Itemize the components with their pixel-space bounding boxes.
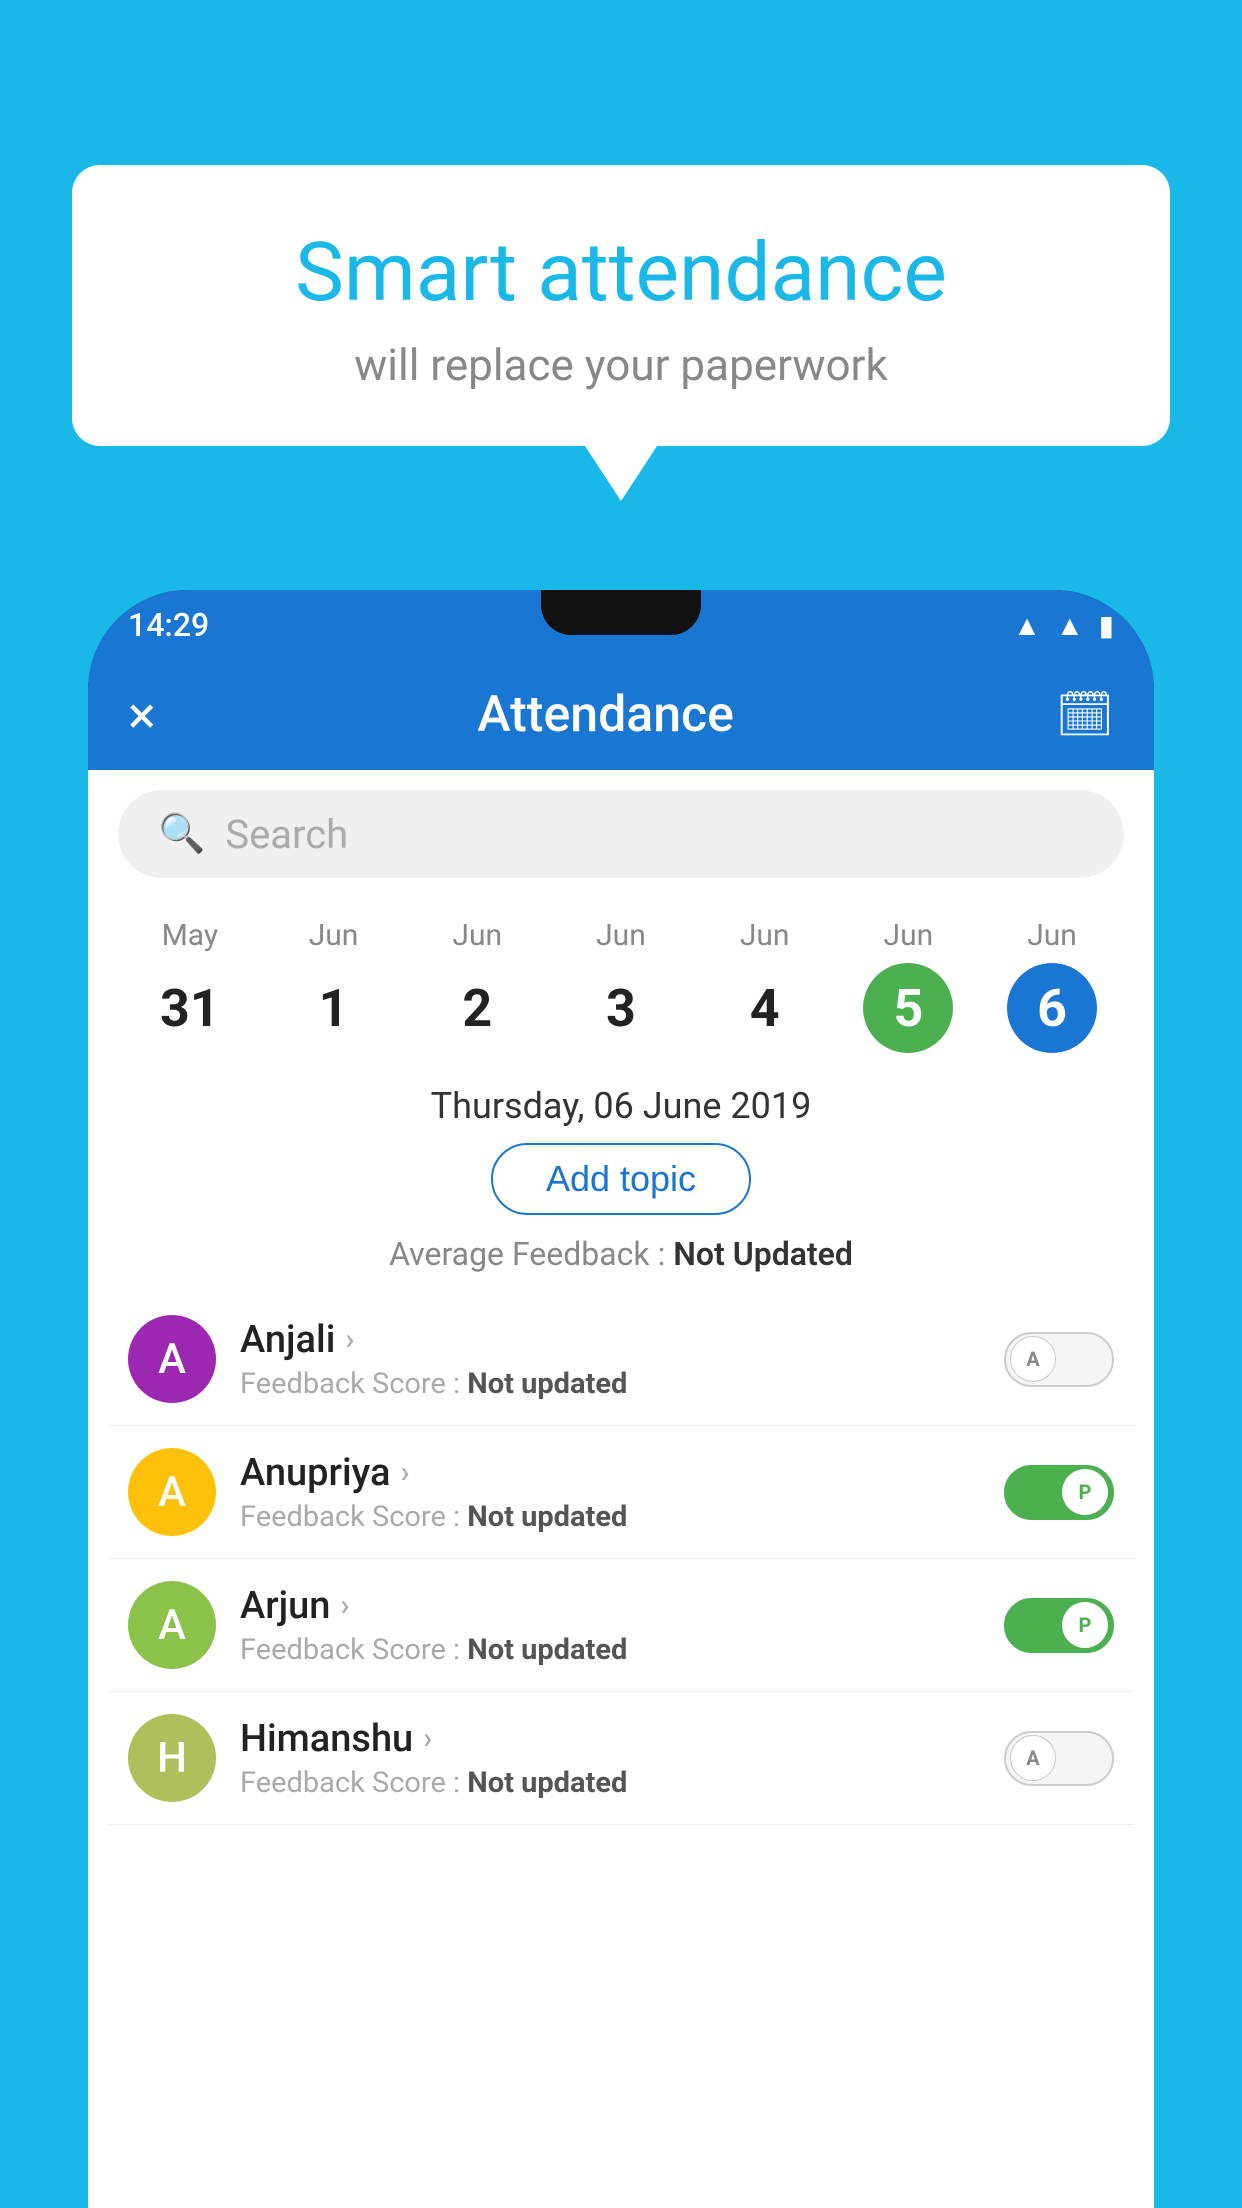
cal-date-number[interactable]: 31 — [145, 963, 235, 1053]
student-info: Anupriya › Feedback Score : Not updated — [240, 1451, 980, 1534]
student-name: Anjali › — [240, 1318, 980, 1362]
cal-date-number[interactable]: 4 — [720, 963, 810, 1053]
avg-feedback-value: Not Updated — [673, 1235, 853, 1273]
search-icon: 🔍 — [158, 812, 205, 856]
attendance-toggle[interactable]: A — [1004, 1731, 1114, 1786]
feedback-value: Not updated — [467, 1633, 627, 1667]
toggle-wrap[interactable]: A — [1004, 1731, 1114, 1786]
toggle-knob: A — [1010, 1735, 1056, 1781]
toggle-knob: P — [1062, 1602, 1108, 1648]
student-name: Himanshu › — [240, 1717, 980, 1761]
screen-content: 🔍 Search May 31 Jun 1 Jun 2 Jun 3 Jun 4 Jun 5 Jun 6 T… — [88, 770, 1154, 2208]
chevron-right-icon: › — [400, 1455, 409, 1490]
cal-date-number[interactable]: 5 — [863, 963, 953, 1053]
calendar-day[interactable]: Jun 6 — [1007, 918, 1097, 1053]
avatar: A — [128, 1448, 216, 1536]
status-time: 14:29 — [128, 606, 209, 644]
search-bar: 🔍 Search — [88, 770, 1154, 898]
student-feedback: Feedback Score : Not updated — [240, 1633, 980, 1667]
attendance-toggle[interactable]: P — [1004, 1465, 1114, 1520]
app-bar-title: Attendance — [477, 686, 734, 744]
attendance-toggle[interactable]: P — [1004, 1598, 1114, 1653]
chevron-right-icon: › — [345, 1322, 354, 1357]
feedback-value: Not updated — [467, 1367, 627, 1401]
student-item[interactable]: H Himanshu › Feedback Score : Not updated A — [108, 1692, 1134, 1825]
date-heading: Thursday, 06 June 2019 — [88, 1063, 1154, 1143]
calendar-day[interactable]: Jun 4 — [720, 918, 810, 1053]
toggle-wrap[interactable]: P — [1004, 1465, 1114, 1520]
calendar-day[interactable]: Jun 2 — [432, 918, 522, 1053]
search-field[interactable]: 🔍 Search — [118, 790, 1124, 878]
bubble-title: Smart attendance — [152, 225, 1090, 321]
student-list: AAnjali ›Feedback Score : Not updatedAAA… — [88, 1293, 1154, 1825]
status-bar: 14:29 ▲ ▲ ▮ — [88, 590, 1154, 660]
calendar-day[interactable]: May 31 — [145, 918, 235, 1053]
cal-month-label: Jun — [740, 918, 790, 953]
phone-frame: 14:29 ▲ ▲ ▮ × Attendance 🗓 🔍 Search May 3… — [88, 590, 1154, 2208]
calendar-strip: May 31 Jun 1 Jun 2 Jun 3 Jun 4 Jun 5 Jun 6 — [88, 898, 1154, 1063]
student-info: Himanshu › Feedback Score : Not updated — [240, 1717, 980, 1800]
student-info: Anjali › Feedback Score : Not updated — [240, 1318, 980, 1401]
battery-icon: ▮ — [1099, 609, 1114, 642]
wifi-icon: ▲ — [1013, 609, 1041, 642]
feedback-value: Not updated — [467, 1500, 627, 1534]
cal-month-label: Jun — [452, 918, 502, 953]
student-feedback: Feedback Score : Not updated — [240, 1367, 980, 1401]
attendance-toggle[interactable]: A — [1004, 1332, 1114, 1387]
status-icons: ▲ ▲ ▮ — [1013, 609, 1114, 642]
calendar-day[interactable]: Jun 1 — [289, 918, 379, 1053]
cal-month-label: Jun — [1027, 918, 1077, 953]
toggle-knob: P — [1062, 1469, 1108, 1515]
toggle-wrap[interactable]: A — [1004, 1332, 1114, 1387]
toggle-knob: A — [1010, 1336, 1056, 1382]
cal-month-label: Jun — [884, 918, 934, 953]
student-feedback: Feedback Score : Not updated — [240, 1766, 980, 1800]
avatar: A — [128, 1315, 216, 1403]
cal-month-label: Jun — [596, 918, 646, 953]
student-info: Arjun › Feedback Score : Not updated — [240, 1584, 980, 1667]
app-bar: × Attendance 🗓 — [88, 660, 1154, 770]
search-placeholder: Search — [225, 811, 348, 858]
student-item[interactable]: A Anupriya › Feedback Score : Not updated P — [108, 1426, 1134, 1559]
avg-feedback-label: Average Feedback : — [389, 1235, 673, 1273]
cal-date-number[interactable]: 1 — [289, 963, 379, 1053]
calendar-day[interactable]: Jun 3 — [576, 918, 666, 1053]
calendar-day[interactable]: Jun 5 — [863, 918, 953, 1053]
cal-month-label: Jun — [309, 918, 359, 953]
add-topic-button[interactable]: Add topic — [491, 1143, 751, 1215]
student-name: Arjun › — [240, 1584, 980, 1628]
chevron-right-icon: › — [423, 1721, 432, 1756]
calendar-icon[interactable]: 🗓 — [1056, 688, 1114, 742]
speech-bubble: Smart attendance will replace your paper… — [72, 165, 1170, 446]
student-item[interactable]: A Anjali › Feedback Score : Not updated A — [108, 1293, 1134, 1426]
student-item[interactable]: A Arjun › Feedback Score : Not updated P — [108, 1559, 1134, 1692]
bubble-subtitle: will replace your paperwork — [152, 339, 1090, 391]
cal-month-label: May — [162, 918, 218, 953]
toggle-wrap[interactable]: P — [1004, 1598, 1114, 1653]
avatar: A — [128, 1581, 216, 1669]
cal-date-number[interactable]: 3 — [576, 963, 666, 1053]
cal-date-number[interactable]: 2 — [432, 963, 522, 1053]
avg-feedback: Average Feedback : Not Updated — [88, 1235, 1154, 1273]
avatar: H — [128, 1714, 216, 1802]
feedback-value: Not updated — [467, 1766, 627, 1800]
chevron-right-icon: › — [340, 1588, 349, 1623]
student-feedback: Feedback Score : Not updated — [240, 1500, 980, 1534]
signal-icon: ▲ — [1056, 609, 1084, 642]
cal-date-number[interactable]: 6 — [1007, 963, 1097, 1053]
close-button[interactable]: × — [128, 685, 156, 746]
student-name: Anupriya › — [240, 1451, 980, 1495]
